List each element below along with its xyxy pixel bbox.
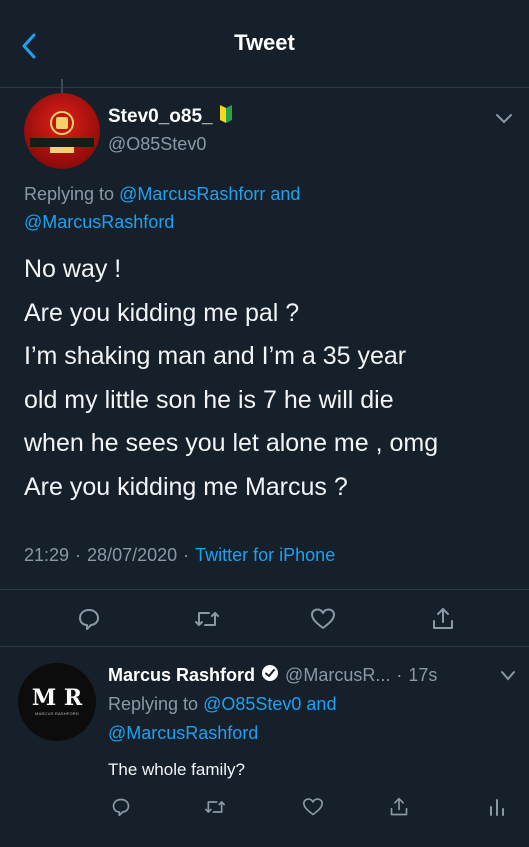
retweet-button[interactable] bbox=[190, 602, 224, 636]
verified-badge-icon bbox=[261, 664, 279, 687]
author-name[interactable]: Stev0_o85_ bbox=[108, 106, 213, 128]
tweet-date: 28/07/2020 bbox=[87, 545, 178, 565]
comment-icon bbox=[79, 609, 99, 630]
tweet-meta: 21:29 · 28/07/2020 · Twitter for iPhone bbox=[24, 545, 335, 566]
like-button[interactable] bbox=[298, 792, 328, 822]
avatar[interactable] bbox=[24, 93, 100, 169]
beginner-badge-icon bbox=[219, 104, 233, 129]
reply-button[interactable] bbox=[72, 602, 106, 636]
reply-author-name[interactable]: Marcus Rashford bbox=[108, 665, 255, 686]
thread-connector bbox=[61, 79, 63, 93]
mention-and[interactable]: and bbox=[306, 694, 336, 714]
share-icon bbox=[433, 608, 453, 629]
retweet-icon bbox=[204, 801, 225, 813]
author-name-row: Stev0_o85_ bbox=[108, 104, 233, 129]
reply-actions bbox=[0, 790, 529, 824]
separator: · bbox=[396, 665, 403, 685]
club-crest-avatar bbox=[24, 93, 100, 169]
share-button[interactable] bbox=[426, 602, 460, 636]
avatar-caption: MARCUS RASHFORD bbox=[35, 711, 79, 716]
divider bbox=[0, 646, 529, 647]
separator: · bbox=[183, 545, 190, 565]
replying-to: Replying to @O85Stev0 and @MarcusRashfor… bbox=[108, 690, 508, 748]
tweet-source[interactable]: Twitter for iPhone bbox=[195, 545, 335, 566]
replying-to-label: Replying to bbox=[108, 694, 199, 714]
mention-link[interactable]: @O85Stev0 bbox=[203, 694, 301, 714]
analytics-icon bbox=[490, 799, 504, 816]
divider bbox=[0, 589, 529, 590]
tweet-time: 21:29 bbox=[24, 545, 70, 565]
reply-button[interactable] bbox=[106, 792, 136, 822]
reply-avatar[interactable]: M R MARCUS RASHFORD bbox=[18, 663, 96, 741]
reply-header: Marcus Rashford @MarcusR... · 17s bbox=[108, 664, 437, 687]
tweet-line: when he sees you let alone me , omg bbox=[24, 429, 439, 457]
like-button[interactable] bbox=[306, 602, 340, 636]
page-title: Tweet bbox=[234, 30, 295, 55]
reply-author-handle[interactable]: @MarcusR... bbox=[285, 665, 390, 686]
mention-link[interactable]: @MarcusRashford bbox=[24, 212, 174, 232]
reply-text: The whole family? bbox=[108, 760, 246, 779]
share-button[interactable] bbox=[384, 792, 414, 822]
replying-to-label: Replying to bbox=[24, 184, 115, 204]
separator: · bbox=[75, 545, 82, 565]
analytics-button[interactable] bbox=[482, 792, 512, 822]
top-bar: Tweet bbox=[0, 0, 529, 88]
tweet-text: No way ! Are you kidding me pal ? I’m sh… bbox=[24, 248, 524, 509]
comment-icon bbox=[112, 798, 130, 817]
tweet-line: Are you kidding me Marcus ? bbox=[24, 472, 348, 501]
tweet-actions bbox=[0, 600, 529, 640]
tweet-line: old my little son he is 7 he will die bbox=[24, 385, 394, 414]
heart-icon bbox=[303, 798, 323, 816]
retweet-icon bbox=[195, 612, 219, 626]
mention-and[interactable]: and bbox=[270, 184, 300, 204]
author-handle[interactable]: @O85Stev0 bbox=[108, 134, 206, 155]
mention-link[interactable]: @MarcusRashford bbox=[108, 723, 258, 743]
retweet-button[interactable] bbox=[200, 792, 230, 822]
heart-icon bbox=[311, 608, 335, 629]
mention-link[interactable]: @MarcusRashforr bbox=[119, 184, 265, 204]
chevron-down-icon[interactable] bbox=[500, 670, 516, 682]
replying-to: Replying to @MarcusRashforr and @MarcusR… bbox=[24, 180, 504, 236]
avatar-monogram: M R bbox=[31, 685, 83, 711]
tweet-line: I’m shaking man and I’m a 35 year bbox=[24, 342, 407, 370]
tweet-line: No way ! bbox=[24, 255, 122, 283]
reply-age: 17s bbox=[408, 665, 438, 685]
chevron-down-icon[interactable] bbox=[494, 112, 514, 126]
share-icon bbox=[390, 797, 408, 816]
tweet-line: Are you kidding me pal ? bbox=[24, 298, 300, 327]
